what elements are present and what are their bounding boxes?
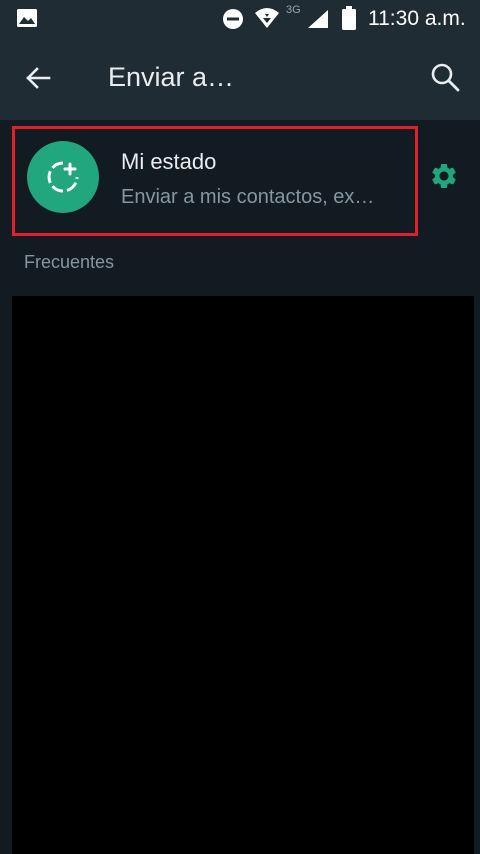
wifi-icon: [254, 7, 280, 29]
my-status-avatar: [27, 141, 99, 213]
gallery-icon: [16, 8, 38, 28]
my-status-subtitle: Enviar a mis contactos, ex…: [121, 186, 375, 208]
send-to-screen: 3G 11:30 a.m. Enviar a… Mi estado Enviar…: [0, 0, 480, 854]
back-button[interactable]: [18, 60, 58, 100]
battery-icon: [342, 6, 356, 30]
frequent-section-label: Frecuentes: [24, 252, 115, 272]
status-privacy-settings-button[interactable]: [426, 160, 462, 196]
my-status-name: Mi estado: [121, 149, 217, 174]
network-type-label: 3G: [286, 4, 301, 16]
signal-icon: [306, 8, 330, 30]
page-title: Enviar a…: [108, 62, 235, 92]
search-icon: [430, 62, 460, 97]
frequent-contacts-list: [12, 296, 474, 854]
my-status-row[interactable]: Mi estado Enviar a mis contactos, ex…: [12, 126, 418, 236]
gear-icon: [429, 161, 459, 196]
arrow-left-icon: [25, 66, 51, 95]
do-not-disturb-icon: [222, 8, 244, 30]
status-bar: 3G 11:30 a.m.: [0, 0, 480, 38]
app-bar: Enviar a…: [0, 38, 480, 120]
status-bar-clock: 11:30 a.m.: [368, 7, 466, 30]
search-button[interactable]: [424, 58, 466, 100]
